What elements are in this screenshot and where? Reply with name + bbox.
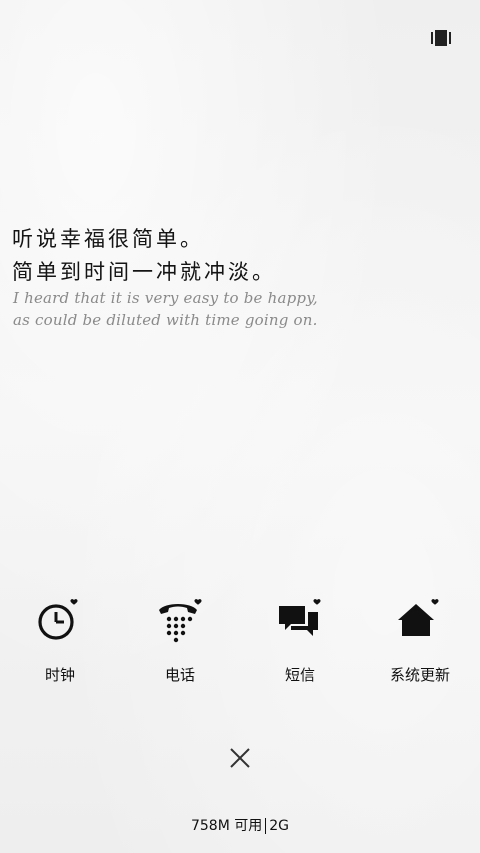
app-label-messages: 短信: [284, 666, 315, 684]
app-label-system-update: 系统更新: [389, 666, 450, 684]
app-clock[interactable]: 时钟: [0, 596, 120, 685]
app-system-update[interactable]: 系统更新: [360, 596, 480, 685]
quote-cn-line-1: 听说幸福很简单。: [12, 227, 204, 251]
clock-icon: [38, 599, 78, 640]
app-label-phone: 电话: [164, 666, 195, 684]
quote-cn-line-2: 简单到时间一冲就冲淡。: [12, 260, 276, 284]
quote-en-line-2: as could be diluted with time going on.: [13, 311, 318, 329]
recents-icon[interactable]: [431, 30, 451, 46]
app-label-clock: 时钟: [44, 666, 75, 684]
app-messages[interactable]: 短信: [240, 596, 360, 685]
close-icon[interactable]: [228, 746, 252, 770]
memory-divider: [265, 818, 267, 834]
memory-status: 758M 可用 2G: [0, 815, 480, 835]
phone-icon: [159, 599, 202, 643]
home-update-icon: [398, 599, 439, 636]
memory-total: 2G: [269, 818, 290, 834]
messages-icon: [279, 599, 321, 636]
quote-en-line-1: I heard that it is very easy to be happy…: [13, 289, 318, 307]
app-phone[interactable]: 电话: [120, 596, 240, 685]
memory-available: 758M 可用: [190, 818, 263, 834]
